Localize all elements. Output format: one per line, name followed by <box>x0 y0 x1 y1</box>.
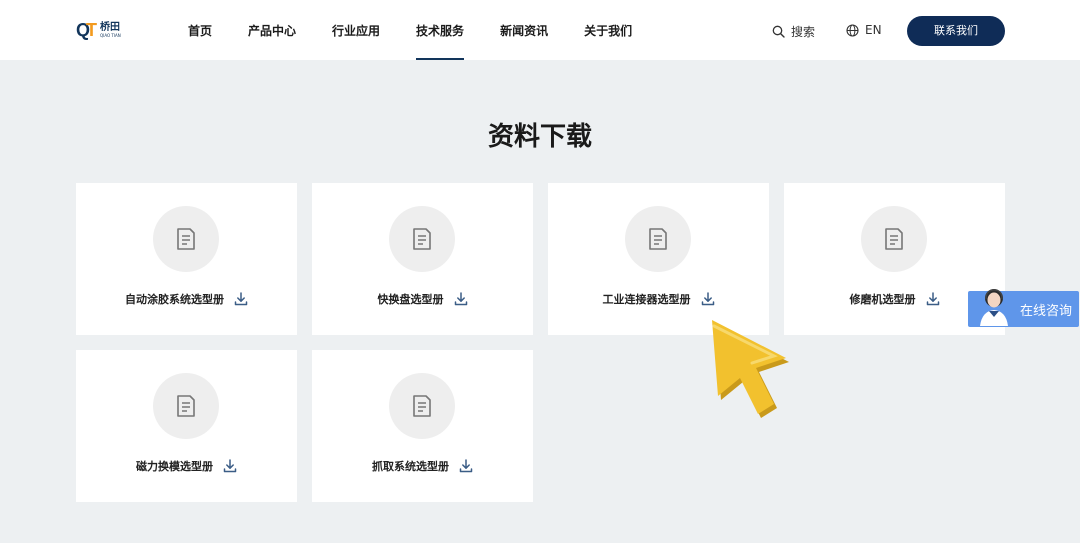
pointer-cursor-icon <box>712 320 789 418</box>
download-icon[interactable] <box>223 459 237 473</box>
card-label: 磁力换模选型册 <box>136 460 213 473</box>
logo-name-en: QIAO TIAN <box>100 33 121 38</box>
document-icon <box>153 373 219 439</box>
download-card[interactable]: 自动涂胶系统选型册 <box>76 183 297 335</box>
search-label: 搜索 <box>791 25 816 39</box>
card-label: 快换盘选型册 <box>377 293 444 306</box>
online-consult-button[interactable]: 在线咨询 <box>968 289 1079 327</box>
nav-item-industry[interactable]: 行业应用 <box>332 0 380 60</box>
download-card[interactable]: 磁力换模选型册 <box>76 350 297 502</box>
download-icon[interactable] <box>234 292 248 306</box>
card-label: 工业连接器选型册 <box>602 293 691 306</box>
search-icon <box>772 25 785 38</box>
download-icon[interactable] <box>701 292 715 306</box>
card-label: 自动涂胶系统选型册 <box>125 293 224 306</box>
contact-us-button[interactable]: 联系我们 <box>907 16 1005 46</box>
nav-item-home[interactable]: 首页 <box>188 0 212 60</box>
download-card[interactable]: 抓取系统选型册 <box>312 350 533 502</box>
logo-name-cn: 桥田 <box>100 22 121 33</box>
document-icon <box>389 373 455 439</box>
download-icon[interactable] <box>926 292 940 306</box>
card-label: 抓取系统选型册 <box>372 460 449 473</box>
download-card[interactable]: 快换盘选型册 <box>312 183 533 335</box>
main-nav: 首页 产品中心 行业应用 技术服务 新闻资讯 关于我们 <box>188 0 668 60</box>
search-button[interactable]: 搜索 <box>772 23 815 40</box>
card-label: 修磨机选型册 <box>849 293 916 306</box>
lang-label: EN <box>865 23 882 37</box>
download-icon[interactable] <box>459 459 473 473</box>
document-icon <box>861 206 927 272</box>
agent-avatar-icon <box>980 289 1008 326</box>
site-header: QT 桥田 QIAO TIAN 首页 产品中心 行业应用 技术服务 新闻资讯 关… <box>0 0 1080 60</box>
document-icon <box>389 206 455 272</box>
nav-item-products[interactable]: 产品中心 <box>248 0 296 60</box>
download-icon[interactable] <box>454 292 468 306</box>
nav-item-about[interactable]: 关于我们 <box>584 0 632 60</box>
page-title: 资料下载 <box>487 122 592 152</box>
document-icon <box>625 206 691 272</box>
online-consult-label: 在线咨询 <box>1020 303 1073 319</box>
document-icon <box>153 206 219 272</box>
language-switch[interactable]: EN <box>846 23 882 37</box>
nav-item-news[interactable]: 新闻资讯 <box>500 0 548 60</box>
logo-mark: QT <box>76 20 97 40</box>
nav-item-tech-service[interactable]: 技术服务 <box>416 0 465 60</box>
globe-icon <box>846 23 859 37</box>
brand-logo[interactable]: QT 桥田 QIAO TIAN <box>76 20 121 41</box>
